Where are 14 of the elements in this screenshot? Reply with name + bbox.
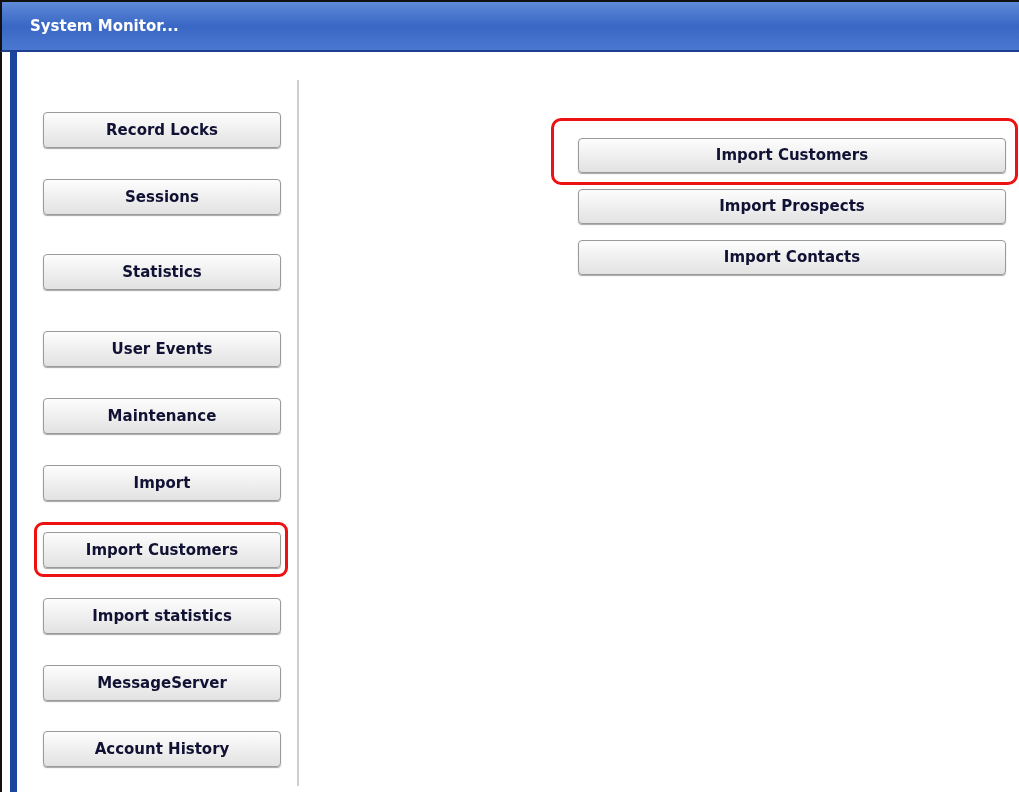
- import-button[interactable]: Import Contacts: [578, 240, 1006, 275]
- sidebar-button[interactable]: User Events: [43, 331, 281, 367]
- sidebar-button[interactable]: Import statistics: [43, 598, 281, 634]
- sidebar-button[interactable]: Account History: [43, 731, 281, 767]
- sidebar-button[interactable]: MessageServer: [43, 665, 281, 701]
- sidebar-button[interactable]: Statistics: [43, 254, 281, 290]
- import-button[interactable]: Import Prospects: [578, 189, 1006, 224]
- sidebar-button[interactable]: Record Locks: [43, 112, 281, 148]
- sidebar-button[interactable]: Maintenance: [43, 398, 281, 434]
- sidebar-button[interactable]: Import Customers: [43, 532, 281, 568]
- window-title: System Monitor...: [30, 15, 179, 37]
- sidebar-button[interactable]: Import: [43, 465, 281, 501]
- import-button[interactable]: Import Customers: [578, 138, 1006, 173]
- sidebar-button[interactable]: Sessions: [43, 179, 281, 215]
